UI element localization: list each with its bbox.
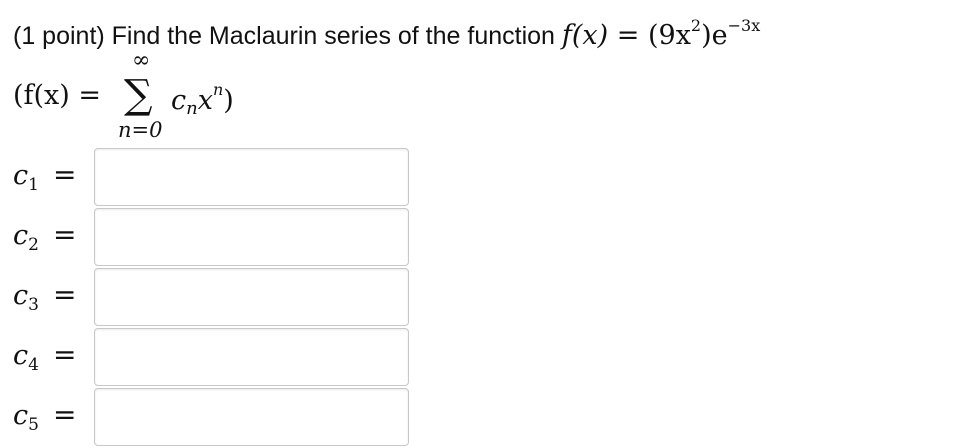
coefficient-row: c4 = — [13, 328, 413, 388]
series-formula: (f(x) = ∞ ∑ n=0 cnxn) — [13, 48, 313, 158]
series-close: ) — [223, 85, 234, 116]
coefficient-row: c2 = — [13, 208, 413, 268]
equals-sign: = — [53, 338, 77, 371]
coefficient-label: c2 — [13, 220, 39, 255]
function-name: f(x) — [561, 20, 609, 51]
sigma-symbol: ∑ — [124, 72, 153, 118]
function-equals: = (9x — [608, 20, 691, 51]
equals-sign: = — [53, 218, 77, 251]
question-text: (1 point) Find the Maclaurin series of t… — [13, 9, 760, 53]
equals-sign: = — [53, 278, 77, 311]
series-term: cnxn) — [171, 80, 234, 119]
series-lhs: (f(x) = — [13, 80, 102, 111]
coefficient-row: c3 = — [13, 268, 413, 328]
exponent-2: 2 — [690, 16, 702, 35]
var-symbol: x — [197, 85, 213, 116]
equals-sign: = — [53, 398, 77, 431]
lower-limit: n=0 — [118, 118, 163, 142]
coefficient-label: c5 — [13, 400, 39, 435]
coef-subscript: n — [186, 98, 198, 119]
equals-sign: = — [53, 158, 77, 191]
coefficient-row: c5 = — [13, 388, 413, 448]
c3-input[interactable] — [94, 268, 409, 326]
c5-input[interactable] — [94, 388, 409, 446]
var-superscript: n — [212, 80, 224, 99]
coefficient-row: c1 = — [13, 148, 413, 208]
question-prefix: (1 point) Find the Maclaurin series of t… — [13, 22, 562, 50]
c1-input[interactable] — [94, 148, 409, 206]
infinity-symbol: ∞ — [132, 48, 151, 73]
coefficient-label: c4 — [13, 340, 39, 375]
coef-symbol: c — [171, 85, 187, 116]
c2-input[interactable] — [94, 208, 409, 266]
c4-input[interactable] — [94, 328, 409, 386]
coefficient-label: c1 — [13, 160, 39, 195]
function-close: )e — [701, 20, 728, 51]
coefficient-label: c3 — [13, 280, 39, 315]
exponent-neg3x: −3x — [727, 16, 761, 35]
